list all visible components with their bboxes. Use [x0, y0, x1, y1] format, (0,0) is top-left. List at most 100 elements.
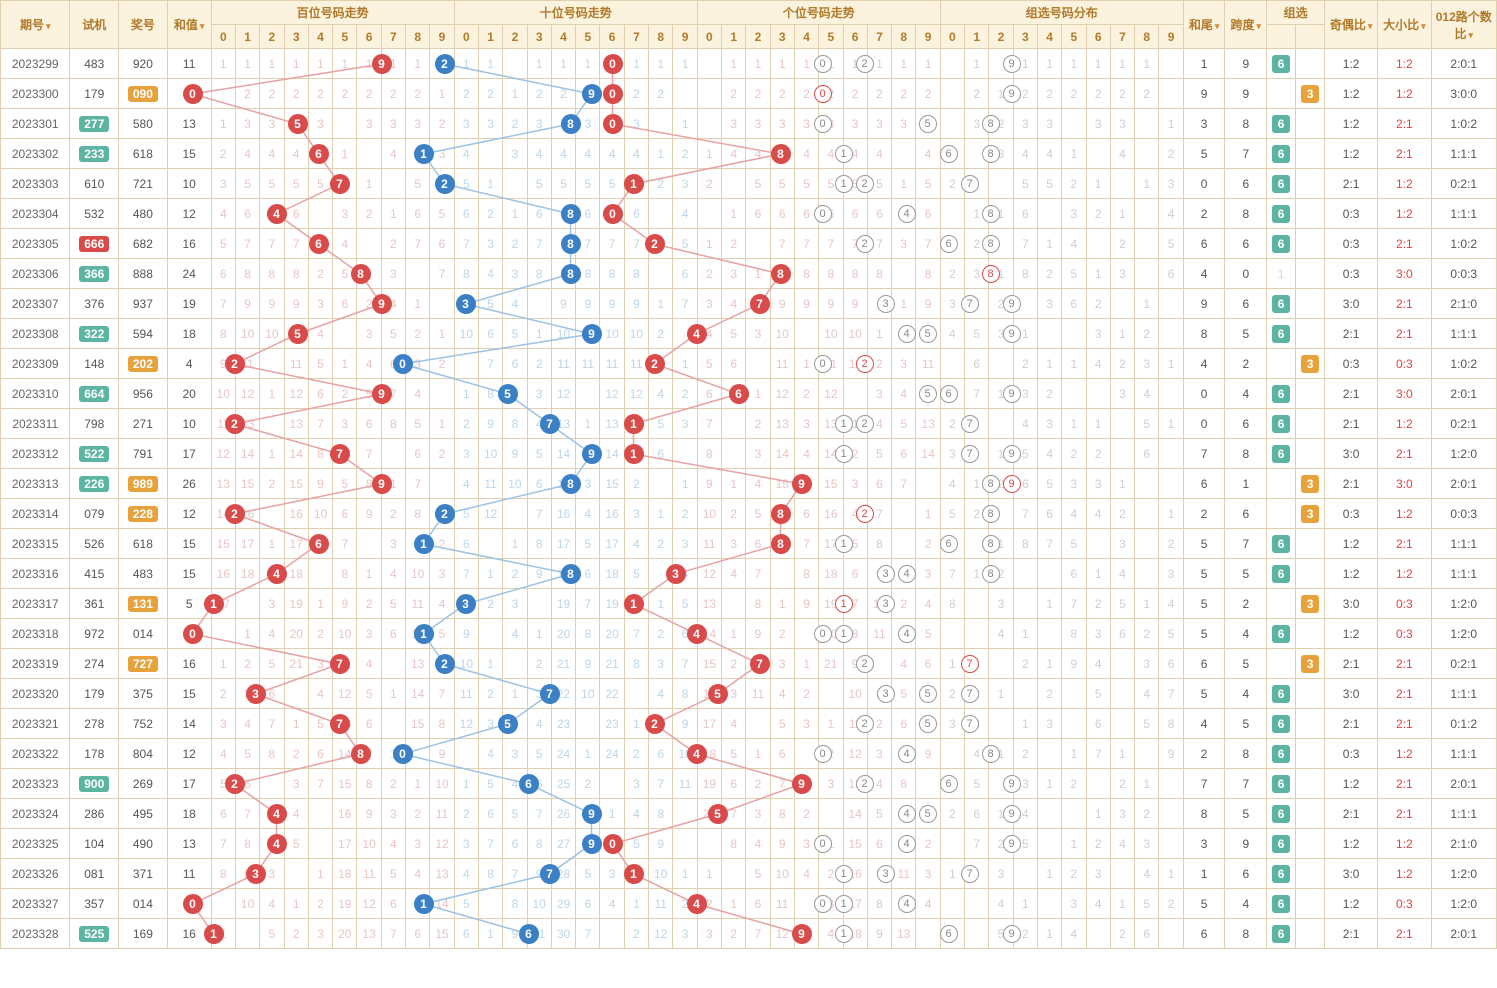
trend-ball: 0 [393, 744, 413, 764]
combo-ring: 8 [982, 235, 1000, 253]
table-row: 2023328525169161523201376156191130721233… [1, 919, 1497, 949]
combo-ring: 4 [898, 835, 916, 853]
combo-ring: 1 [835, 175, 853, 193]
trend-ball: 0 [183, 624, 203, 644]
col-hundreds: 百位号码走势 [211, 1, 454, 25]
digit-header: 6 [1086, 25, 1110, 49]
combo-ring: 8 [982, 205, 1000, 223]
col-odd[interactable]: 奇偶比 [1325, 1, 1378, 49]
trend-ball: 9 [372, 294, 392, 314]
combo-ring: 0 [814, 205, 832, 223]
table-row: 2023321278752143471513615812324232315917… [1, 709, 1497, 739]
trend-ball: 6 [729, 384, 749, 404]
trend-ball: 1 [204, 924, 224, 944]
digit-header: 7 [1110, 25, 1134, 49]
digit-header: 3 [284, 25, 308, 49]
trend-ball: 3 [246, 864, 266, 884]
combo-ring: 9 [1003, 475, 1021, 493]
combo-ring: 5 [919, 115, 937, 133]
trend-ball: 1 [624, 864, 644, 884]
col-route[interactable]: 012路个数比 [1431, 1, 1496, 49]
combo-ring: 6 [940, 925, 958, 943]
combo-ring: 4 [898, 325, 916, 343]
combo-ring: 7 [961, 295, 979, 313]
combo-ring: 9 [1003, 805, 1021, 823]
trend-ball: 8 [561, 114, 581, 134]
combo-ring: 6 [940, 235, 958, 253]
combo-ring: 2 [856, 235, 874, 253]
trend-ball: 1 [624, 594, 644, 614]
table-row: 2023327357014510412191265145810296411122… [1, 889, 1497, 919]
table-row: 2023326081371118931181154134879285310115… [1, 859, 1497, 889]
trend-ball: 6 [519, 774, 539, 794]
trend-ball: 8 [771, 504, 791, 524]
col-big[interactable]: 大小比 [1378, 1, 1431, 49]
combo-ring: 1 [835, 595, 853, 613]
digit-header: 3 [527, 25, 551, 49]
trend-ball: 1 [624, 414, 644, 434]
combo-ring: 8 [982, 115, 1000, 133]
digit-header: 4 [308, 25, 332, 49]
combo-ring: 2 [856, 415, 874, 433]
combo-ring: 3 [877, 685, 895, 703]
combo-ring: 3 [877, 295, 895, 313]
combo-ring: 0 [814, 745, 832, 763]
digit-header: 6 [357, 25, 381, 49]
trend-ball: 4 [267, 834, 287, 854]
table-row: 2023299483920111111111111111111111111111… [1, 49, 1497, 79]
combo-ring: 2 [856, 355, 874, 373]
trend-ball: 2 [435, 174, 455, 194]
table-row: 2023301277580131333333323323333313333333… [1, 109, 1497, 139]
combo-ring: 1 [835, 415, 853, 433]
digit-header: 1 [965, 25, 989, 49]
trend-ball: 0 [603, 54, 623, 74]
table-row: 2023319274727161252131141361012219218371… [1, 649, 1497, 679]
trend-ball: 1 [414, 624, 434, 644]
digit-header: 0 [697, 25, 721, 49]
digit-header: 5 [333, 25, 357, 49]
trend-ball: 6 [309, 534, 329, 554]
col-issue[interactable]: 期号 [1, 1, 70, 49]
trend-ball: 9 [372, 384, 392, 404]
combo-ring: 0 [814, 355, 832, 373]
combo-ring: 3 [877, 865, 895, 883]
trend-ball: 4 [687, 894, 707, 914]
combo-ring: 5 [919, 715, 937, 733]
col-tens: 十位号码走势 [454, 1, 697, 25]
trend-ball: 8 [771, 144, 791, 164]
col-tail[interactable]: 和尾 [1183, 1, 1225, 49]
combo-ring: 1 [835, 925, 853, 943]
combo-ring: 6 [940, 775, 958, 793]
trend-ball: 5 [288, 114, 308, 134]
trend-ball: 2 [645, 714, 665, 734]
combo-ring: 7 [961, 865, 979, 883]
digit-header: 0 [211, 25, 235, 49]
trend-ball: 2 [225, 504, 245, 524]
trend-ball: 9 [792, 924, 812, 944]
digit-header: 9 [430, 25, 454, 49]
digit-header: 5 [576, 25, 600, 49]
combo-ring: 2 [856, 55, 874, 73]
col-span[interactable]: 跨度 [1225, 1, 1267, 49]
digit-header: 7 [867, 25, 891, 49]
col-draw: 奖号 [119, 1, 168, 49]
trend-ball: 1 [414, 534, 434, 554]
combo-ring: 9 [1003, 775, 1021, 793]
combo-ring: 9 [1003, 325, 1021, 343]
combo-ring: 4 [898, 745, 916, 763]
trend-ball: 1 [414, 144, 434, 164]
combo-ring: 4 [898, 625, 916, 643]
table-row: 2023316415483151618218814103712918618541… [1, 559, 1497, 589]
trend-ball: 3 [456, 294, 476, 314]
trend-ball: 7 [540, 864, 560, 884]
digit-header: 8 [1135, 25, 1159, 49]
digit-header: 9 [673, 25, 697, 49]
trend-ball: 4 [267, 204, 287, 224]
col-sum[interactable]: 和值 [167, 1, 211, 49]
combo-ring: 4 [898, 565, 916, 583]
trend-ball: 8 [561, 564, 581, 584]
table-row: 2023317361131517319192511482319719615138… [1, 589, 1497, 619]
digit-header: 0 [454, 25, 478, 49]
trend-ball: 2 [435, 504, 455, 524]
combo-ring: 9 [1003, 55, 1021, 73]
